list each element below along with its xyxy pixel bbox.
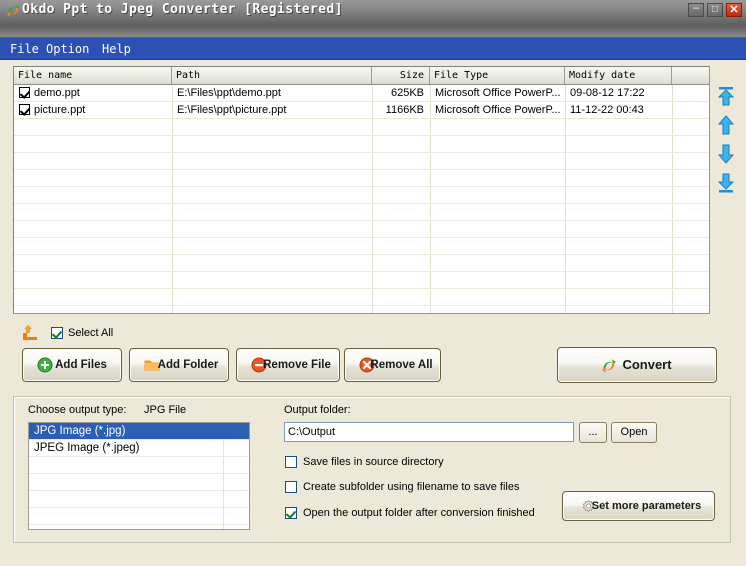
set-more-parameters-button[interactable]: Set more parameters	[562, 491, 715, 521]
add-folder-label: Add Folder	[157, 359, 219, 371]
table-row[interactable]: picture.ppt E:\Files\ppt\picture.ppt 116…	[14, 102, 709, 119]
file-list-header: File name Path Size File Type Modify dat…	[14, 67, 709, 85]
output-type-option-empty[interactable]	[29, 474, 249, 491]
menu-item-help[interactable]: Help	[100, 41, 133, 57]
remove-file-button[interactable]: Remove File	[236, 348, 340, 382]
remove-file-label: Remove File	[263, 359, 331, 371]
list-order-toolbar	[712, 66, 742, 314]
file-name-cell[interactable]: demo.ppt	[14, 85, 172, 101]
menu-item-option[interactable]: Option	[44, 41, 91, 57]
column-header-modify-date[interactable]: Modify date	[565, 67, 672, 84]
file-size-cell: 1166KB	[385, 104, 424, 116]
file-name-cell[interactable]: picture.ppt	[14, 102, 172, 118]
browse-folder-button[interactable]: ...	[579, 422, 607, 443]
open-folder-button[interactable]: Open	[611, 422, 657, 443]
app-icon	[5, 3, 21, 19]
application-window: Okdo Ppt to Jpeg Converter [Registered] …	[0, 0, 746, 566]
file-path-cell: E:\Files\ppt\picture.ppt	[177, 104, 287, 116]
create-subfolder-label: Create subfolder using filename to save …	[303, 481, 520, 493]
move-to-bottom-button[interactable]	[714, 171, 738, 195]
maximize-button[interactable]: □	[707, 3, 723, 17]
output-type-label: Choose output type:	[28, 404, 127, 416]
table-row-empty[interactable]	[14, 119, 709, 136]
window-title: Okdo Ppt to Jpeg Converter [Registered]	[22, 2, 343, 17]
table-row-empty[interactable]	[14, 221, 709, 238]
file-list-body: demo.ppt E:\Files\ppt\demo.ppt 625KB Mic…	[14, 85, 709, 313]
table-row-empty[interactable]	[14, 136, 709, 153]
file-name-label: demo.ppt	[34, 87, 80, 99]
table-row-empty[interactable]	[14, 289, 709, 306]
save-in-source-checkbox[interactable]	[285, 456, 297, 468]
menu-item-file[interactable]: File	[8, 41, 41, 57]
convert-label: Convert	[622, 357, 672, 372]
create-subfolder-checkbox[interactable]	[285, 481, 297, 493]
extra-cell	[672, 85, 709, 101]
output-folder-label: Output folder:	[284, 404, 351, 416]
arrow-to-top-icon	[717, 87, 735, 106]
move-to-top-button[interactable]	[714, 84, 738, 108]
table-row-empty[interactable]	[14, 272, 709, 289]
title-bar: Okdo Ppt to Jpeg Converter [Registered] …	[0, 0, 746, 38]
table-row[interactable]: demo.ppt E:\Files\ppt\demo.ppt 625KB Mic…	[14, 85, 709, 102]
move-down-button[interactable]	[714, 142, 738, 166]
output-type-option-jpeg[interactable]: JPEG Image (*.jpeg)	[29, 440, 249, 457]
select-all-label: Select All	[68, 327, 114, 339]
arrow-up-icon	[717, 115, 735, 135]
open-output-after-label: Open the output folder after conversion …	[303, 507, 535, 519]
arrow-to-bottom-icon	[717, 173, 735, 193]
minimize-icon: –	[692, 2, 700, 14]
menu-bar: File Option Help	[0, 38, 746, 60]
remove-all-button[interactable]: Remove All	[344, 348, 441, 382]
maximize-icon: □	[711, 4, 719, 15]
table-row-empty[interactable]	[14, 204, 709, 221]
add-files-label: Add Files	[55, 359, 107, 371]
file-path-cell: E:\Files\ppt\demo.ppt	[177, 87, 281, 99]
column-header-extra[interactable]	[672, 67, 709, 84]
output-type-value: JPG File	[144, 404, 187, 416]
table-row-empty[interactable]	[14, 170, 709, 187]
table-row-empty[interactable]	[14, 255, 709, 272]
add-files-button[interactable]: Add Files	[22, 348, 122, 382]
output-type-listbox[interactable]: JPG Image (*.jpg) JPEG Image (*.jpeg)	[28, 422, 250, 530]
column-header-size[interactable]: Size	[372, 67, 430, 84]
row-checkbox[interactable]	[19, 104, 30, 115]
table-row-empty[interactable]	[14, 238, 709, 255]
convert-button[interactable]: Convert	[557, 347, 717, 383]
column-header-file-name[interactable]: File name	[14, 67, 172, 84]
file-size-cell: 625KB	[390, 87, 424, 99]
file-type-cell: Microsoft Office PowerP...	[435, 87, 561, 99]
extra-cell	[672, 102, 709, 118]
output-type-option-empty[interactable]	[29, 508, 249, 525]
table-row-empty[interactable]	[14, 187, 709, 204]
file-type-cell: Microsoft Office PowerP...	[435, 104, 561, 116]
file-name-label: picture.ppt	[34, 104, 86, 116]
row-checkbox[interactable]	[19, 87, 30, 98]
add-folder-button[interactable]: Add Folder	[129, 348, 229, 382]
modify-date-cell: 09-08-12 17:22	[570, 87, 645, 99]
minimize-button[interactable]: –	[688, 2, 704, 17]
output-type-option-jpg[interactable]: JPG Image (*.jpg)	[29, 423, 249, 440]
save-in-source-label: Save files in source directory	[303, 456, 444, 468]
select-all-checkbox[interactable]	[51, 327, 63, 339]
close-button[interactable]: ✕	[726, 3, 742, 17]
move-up-button[interactable]	[714, 113, 738, 137]
output-type-option-empty[interactable]	[29, 457, 249, 474]
file-list-table[interactable]: File name Path Size File Type Modify dat…	[13, 66, 710, 314]
table-row-empty[interactable]	[14, 153, 709, 170]
set-more-parameters-label: Set more parameters	[591, 500, 702, 512]
remove-all-label: Remove All	[370, 359, 433, 371]
column-header-path[interactable]: Path	[172, 67, 372, 84]
open-output-after-checkbox[interactable]	[285, 507, 297, 519]
modify-date-cell: 11-12-22 00:43	[570, 104, 644, 116]
column-header-file-type[interactable]: File Type	[430, 67, 565, 84]
output-folder-input[interactable]: C:\Output	[284, 422, 574, 442]
close-icon: ✕	[729, 4, 739, 16]
output-type-option-empty[interactable]	[29, 525, 249, 529]
output-type-option-empty[interactable]	[29, 491, 249, 508]
up-level-folder-icon[interactable]	[20, 324, 40, 342]
arrow-down-icon	[717, 144, 735, 164]
table-row-empty[interactable]	[14, 306, 709, 313]
